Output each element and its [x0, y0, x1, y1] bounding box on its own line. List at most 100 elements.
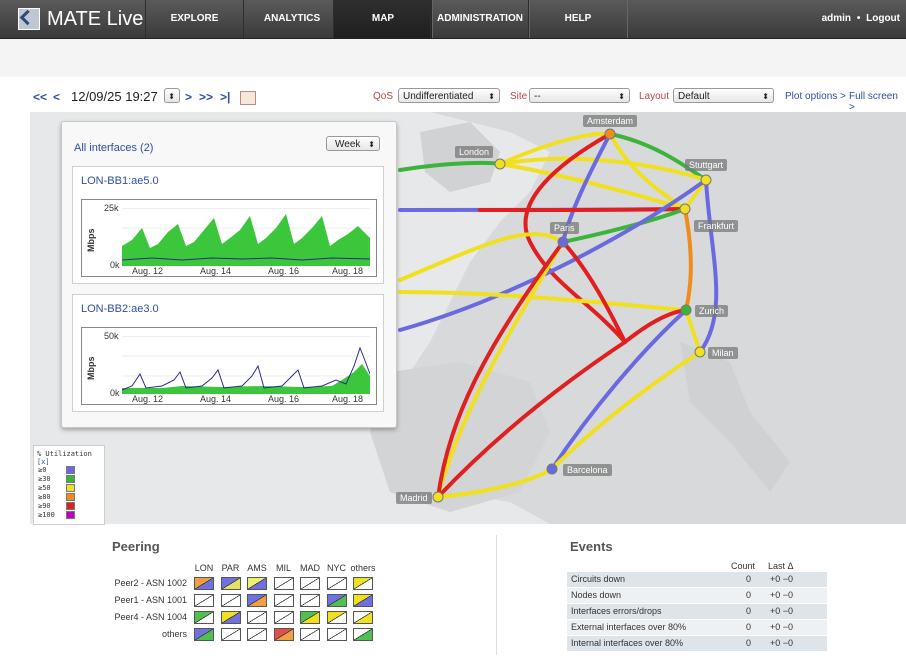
site-select[interactable]: -- ⬍: [529, 88, 630, 103]
tab-explore[interactable]: EXPLORE: [145, 0, 244, 38]
node-barcelona: [546, 463, 558, 475]
peering-cell[interactable]: [326, 594, 347, 607]
peering-cell[interactable]: [353, 628, 373, 641]
interface-card[interactable]: LON-BB2:ae3.0 Mbps 50k 0k Aug. 12 Aug. 1…: [72, 294, 384, 412]
logout-link[interactable]: Logout: [866, 13, 900, 24]
peering-cell[interactable]: [300, 594, 320, 607]
peering-row-label: Peer1 - ASN 1001: [114, 595, 187, 605]
event-last-delta: +0 −0: [770, 574, 794, 584]
peering-cell[interactable]: [326, 611, 347, 624]
time-stepper[interactable]: ⬍: [164, 88, 180, 103]
peering-cell[interactable]: [220, 611, 241, 624]
event-last-delta: +0 −0: [770, 606, 794, 616]
city-label-zurich[interactable]: Zurich: [695, 305, 729, 317]
legend-swatch: [66, 511, 75, 519]
tab-help[interactable]: HELP: [528, 0, 628, 38]
legend-swatch: [66, 475, 75, 483]
peering-row-label: others: [161, 629, 187, 639]
peering-cell[interactable]: [220, 577, 241, 590]
legend-row: ≥80: [38, 493, 75, 501]
username-link[interactable]: admin: [822, 13, 851, 24]
legend-row: ≥90: [38, 502, 75, 510]
tab-map[interactable]: MAP: [333, 0, 433, 38]
event-last-delta: +0 −0: [770, 622, 794, 632]
peering-cell[interactable]: [194, 577, 214, 590]
y-min-label: 0k: [110, 260, 120, 270]
event-row[interactable]: Circuits down 0 +0 −0: [567, 572, 827, 587]
interface-name[interactable]: LON-BB1:ae5.0: [81, 175, 159, 187]
next-fast-button[interactable]: >>: [199, 90, 213, 104]
interface-card[interactable]: LON-BB1:ae5.0 Mbps 25k 0k Aug. 12 Aug. 1…: [72, 166, 384, 284]
peering-cell[interactable]: [326, 628, 347, 641]
prev-button[interactable]: <: [53, 90, 60, 104]
event-row[interactable]: Nodes down 0 +0 −0: [567, 588, 827, 603]
range-value: Week: [335, 139, 361, 150]
city-label-stuttgart[interactable]: Stuttgart: [685, 159, 728, 171]
legend-row: ≥100: [38, 511, 75, 519]
plot-options-link[interactable]: Plot options >: [785, 91, 846, 102]
first-button[interactable]: <<: [33, 90, 47, 104]
city-label-amsterdam[interactable]: Amsterdam: [583, 115, 638, 127]
peering-row-label: Peer4 - ASN 1004: [114, 612, 187, 622]
peering-cell[interactable]: [194, 594, 214, 607]
events-count-header: Count: [731, 561, 756, 571]
event-label: Interfaces errors/drops: [571, 606, 662, 616]
layout-select[interactable]: Default ⬍: [673, 88, 774, 103]
peering-cell[interactable]: [247, 577, 267, 590]
event-label: Circuits down: [571, 574, 626, 584]
peering-cell[interactable]: [194, 628, 214, 641]
next-button[interactable]: >: [185, 90, 192, 104]
legend-close-button[interactable]: [x]: [37, 458, 50, 466]
peering-cell[interactable]: [353, 611, 373, 624]
peering-cell[interactable]: [194, 611, 214, 624]
city-label-barcelona[interactable]: Barcelona: [563, 464, 612, 476]
city-label-frankfurt[interactable]: Frankfurt: [694, 220, 739, 232]
events-title: Events: [570, 539, 613, 554]
event-row[interactable]: External interfaces over 80% 0 +0 −0: [567, 620, 827, 635]
calendar-icon[interactable]: [240, 91, 256, 105]
event-row[interactable]: Interfaces errors/drops 0 +0 −0: [567, 604, 827, 619]
x-tick-label: Aug. 18: [332, 266, 364, 276]
peering-cell[interactable]: [326, 577, 347, 590]
tab-analytics[interactable]: ANALYTICS: [243, 0, 341, 38]
peering-cell[interactable]: [247, 628, 267, 641]
peering-cell[interactable]: [353, 594, 373, 607]
peering-cell[interactable]: [247, 611, 267, 624]
app-logo[interactable]: MATE Live: [18, 7, 143, 31]
interface-name[interactable]: LON-BB2:ae3.0: [81, 303, 159, 315]
event-row[interactable]: Internal interfaces over 80% 0 +0 −0: [567, 636, 827, 651]
peering-cell[interactable]: [300, 611, 320, 624]
peering-cell[interactable]: [273, 628, 294, 641]
peering-cell[interactable]: [273, 594, 294, 607]
peering-cell[interactable]: [300, 628, 320, 641]
range-select[interactable]: Week ⬍: [326, 136, 380, 151]
datetime-display[interactable]: 12/09/25 19:27: [71, 89, 158, 104]
peering-row-label: Peer2 - ASN 1002: [114, 578, 187, 588]
peering-cell[interactable]: [220, 628, 241, 641]
last-button[interactable]: >|: [220, 90, 230, 104]
peering-cell[interactable]: [353, 577, 373, 590]
x-tick-label: Aug. 14: [200, 394, 232, 404]
event-count: 0: [746, 590, 752, 600]
node-stuttgart: [700, 174, 712, 186]
interfaces-panel: All interfaces (2) Week ⬍ LON-BB1:ae5.0 M…: [61, 121, 397, 428]
peering-cell[interactable]: [300, 577, 320, 590]
peering-cell[interactable]: [273, 577, 294, 590]
tab-administration[interactable]: ADMINISTRATION: [430, 0, 530, 38]
city-label-madrid[interactable]: Madrid: [396, 492, 432, 504]
city-label-london[interactable]: London: [455, 146, 494, 158]
node-zurich: [680, 304, 692, 316]
layout-label: Layout: [639, 91, 670, 102]
peering-column-header: MAD: [300, 563, 320, 573]
legend-title-text: % Utilization: [37, 450, 92, 458]
full-screen-link[interactable]: Full screen >: [849, 91, 906, 113]
peering-cell[interactable]: [273, 611, 294, 624]
traffic-area: [122, 364, 370, 394]
x-tick-label: Aug. 16: [268, 266, 300, 276]
peering-cell[interactable]: [220, 594, 241, 607]
event-last-delta: +0 −0: [770, 638, 794, 648]
qos-select[interactable]: Undifferentiated ⬍: [398, 88, 500, 103]
city-label-milan[interactable]: Milan: [708, 347, 738, 359]
peering-cell[interactable]: [247, 594, 267, 607]
city-label-paris[interactable]: Paris: [550, 222, 579, 234]
